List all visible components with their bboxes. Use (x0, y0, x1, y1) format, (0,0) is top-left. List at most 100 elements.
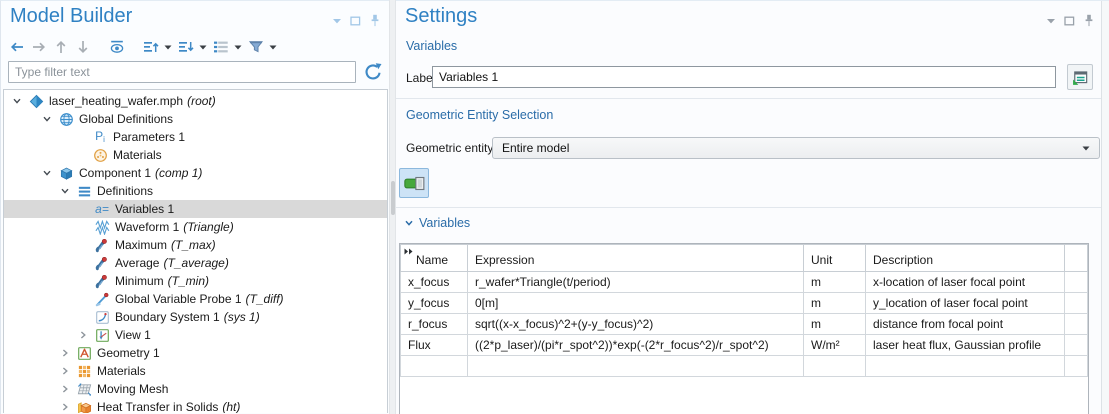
cell-expression[interactable] (468, 356, 804, 377)
collapse-all-icon[interactable] (213, 39, 229, 55)
active-selection-toggle-button[interactable] (399, 168, 429, 198)
cell-extra[interactable] (1065, 293, 1088, 314)
tree-item-definitions[interactable]: Definitions (4, 182, 387, 200)
settings-window-controls (1046, 14, 1095, 27)
definitions-lines-icon (76, 183, 92, 199)
filter-input[interactable] (8, 61, 356, 83)
cell-description[interactable]: distance from focal point (866, 314, 1065, 335)
dropdown-caret-icon[interactable] (199, 45, 207, 50)
show-in-model-tree-button[interactable] (1067, 64, 1093, 90)
collapse-chevron-icon[interactable] (332, 18, 342, 24)
cell-expression[interactable]: ((2*p_laser)/(pi*r_spot^2))*exp(-(2*r_fo… (468, 335, 804, 356)
panel-splitter[interactable] (389, 0, 396, 414)
tree-item-boundary-system-1[interactable]: Boundary System 1 (sys 1) (4, 308, 387, 326)
tree-item-waveform-1[interactable]: Waveform 1 (Triangle) (4, 218, 387, 236)
tree-item-geometry-1[interactable]: Geometry 1 (4, 344, 387, 362)
filter-icon[interactable] (248, 39, 264, 55)
cell-extra[interactable] (1065, 272, 1088, 293)
move-up-icon[interactable] (53, 39, 69, 55)
section-chevron-icon[interactable] (404, 218, 414, 228)
dropdown-caret-icon[interactable] (269, 45, 277, 50)
tree-item-materials-component[interactable]: Materials (4, 362, 387, 380)
cell-unit[interactable] (804, 356, 866, 377)
collapse-chevron-icon[interactable] (1046, 18, 1056, 24)
tree-item-average[interactable]: Average (T_average) (4, 254, 387, 272)
geometric-entity-level-dropdown[interactable]: Entire model (492, 137, 1100, 159)
settings-panel: Settings Variables Label: Geometric Enti… (396, 0, 1109, 414)
cell-name[interactable]: Flux (401, 335, 468, 356)
model-tree: laser_heating_wafer.mph (root) Global De… (3, 89, 388, 413)
expand-move-up-icon[interactable] (143, 39, 159, 55)
chevron-collapsed-icon[interactable] (60, 384, 72, 394)
tree-item-maximum[interactable]: Maximum (T_max) (4, 236, 387, 254)
parameters-pi-icon (92, 129, 108, 145)
forward-icon[interactable] (31, 39, 47, 55)
float-icon[interactable] (350, 16, 361, 26)
tree-item-heat-transfer-in-solids[interactable]: Heat Transfer in Solids (ht) (4, 398, 387, 413)
chevron-collapsed-icon[interactable] (78, 330, 90, 340)
cell-description[interactable]: y_location of laser focal point (866, 293, 1065, 314)
chevron-collapsed-icon[interactable] (60, 348, 72, 358)
back-icon[interactable] (9, 39, 25, 55)
cell-unit[interactable]: m (804, 314, 866, 335)
model-root-icon (28, 93, 44, 109)
cell-name[interactable] (401, 356, 468, 377)
pin-icon[interactable] (369, 14, 381, 27)
show-icon[interactable] (109, 39, 125, 55)
cell-extra[interactable] (1065, 314, 1088, 335)
table-row: r_focus sqrt((x-x_focus)^2+(y-y_focus)^2… (401, 314, 1088, 335)
tree-item-moving-mesh[interactable]: Moving Mesh (4, 380, 387, 398)
cell-unit[interactable]: m (804, 293, 866, 314)
dropdown-caret-icon[interactable] (234, 45, 242, 50)
cell-expression[interactable]: 0[m] (468, 293, 804, 314)
float-icon[interactable] (1064, 16, 1075, 26)
cell-unit[interactable]: W/m² (804, 335, 866, 356)
tree-item-root[interactable]: laser_heating_wafer.mph (root) (4, 92, 387, 110)
cell-description[interactable] (866, 356, 1065, 377)
tree-item-component-1[interactable]: Component 1 (comp 1) (4, 164, 387, 182)
expand-move-down-icon[interactable] (178, 39, 194, 55)
cell-extra[interactable] (1065, 335, 1088, 356)
tree-item-view-1[interactable]: View 1 (4, 326, 387, 344)
chevron-expanded-icon[interactable] (42, 114, 54, 124)
section-variables-header[interactable]: Variables (404, 216, 470, 230)
label-input[interactable] (432, 66, 1056, 88)
tree-item-global-definitions[interactable]: Global Definitions (4, 110, 387, 128)
moving-mesh-icon (76, 381, 92, 397)
pin-icon[interactable] (1083, 14, 1095, 27)
model-builder-title: Model Builder (10, 5, 132, 28)
chevron-collapsed-icon[interactable] (60, 366, 72, 376)
cell-name[interactable]: y_focus (401, 293, 468, 314)
chevron-expanded-icon[interactable] (60, 186, 72, 196)
tree-item-global-variable-probe-1[interactable]: Global Variable Probe 1 (T_diff) (4, 290, 387, 308)
cell-expression[interactable]: sqrt((x-x_focus)^2+(y-y_focus)^2) (468, 314, 804, 335)
refresh-icon[interactable] (363, 62, 383, 82)
probe-icon (94, 255, 110, 271)
probe-icon (94, 237, 110, 253)
chevron-collapsed-icon[interactable] (60, 402, 72, 412)
scrollbar-track[interactable] (1101, 1, 1109, 414)
tree-item-parameters-1[interactable]: Parameters 1 (4, 128, 387, 146)
cell-expression[interactable]: r_wafer*Triangle(t/period) (468, 272, 804, 293)
chevron-expanded-icon[interactable] (12, 96, 24, 106)
tree-item-minimum[interactable]: Minimum (T_min) (4, 272, 387, 290)
cell-unit[interactable]: m (804, 272, 866, 293)
column-header-name: Name (401, 245, 468, 272)
cell-description[interactable]: x-location of laser focal point (866, 272, 1065, 293)
cell-extra[interactable] (1065, 356, 1088, 377)
variables-table: Name Expression Unit Description x_focus… (399, 243, 1089, 414)
comsol-window: Model Builder (0, 0, 1109, 414)
splitter-grip[interactable] (391, 181, 395, 215)
heat-transfer-icon (76, 399, 92, 413)
cell-description[interactable]: laser heat flux, Gaussian profile (866, 335, 1065, 356)
cell-name[interactable]: r_focus (401, 314, 468, 335)
tree-item-materials-global[interactable]: Materials (4, 146, 387, 164)
move-down-icon[interactable] (75, 39, 91, 55)
cell-name[interactable]: x_focus (401, 272, 468, 293)
chevron-expanded-icon[interactable] (42, 168, 54, 178)
settings-title: Settings (405, 5, 477, 28)
model-builder-window-controls (332, 14, 381, 27)
tree-item-variables-1[interactable]: Variables 1 (4, 200, 387, 218)
dropdown-caret-icon[interactable] (164, 45, 172, 50)
geometry-icon (76, 345, 92, 361)
